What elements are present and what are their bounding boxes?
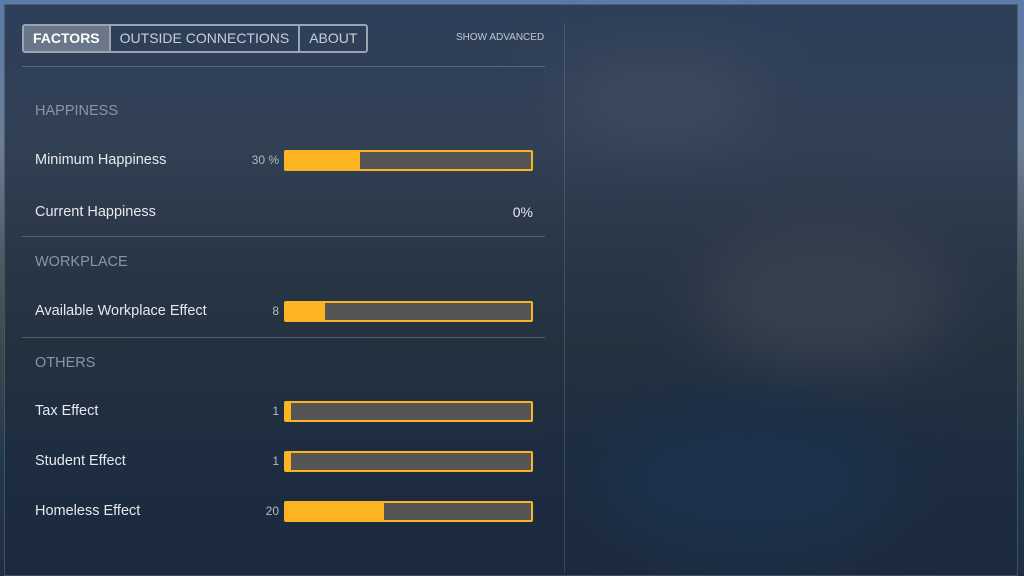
section-title-happiness: HAPPINESS bbox=[35, 103, 118, 119]
tab-about[interactable]: ABOUT bbox=[300, 26, 366, 51]
row-value: 1 bbox=[272, 404, 279, 418]
row-value: 1 bbox=[272, 454, 279, 468]
row-label: Student Effect bbox=[35, 453, 126, 469]
info-panel: FACTORS OUTSIDE CONNECTIONS ABOUT SHOW A… bbox=[4, 4, 1018, 576]
bar-fill bbox=[286, 152, 360, 169]
row-current-happiness: Current Happiness 0% bbox=[35, 202, 533, 224]
row-label: Available Workplace Effect bbox=[35, 303, 207, 319]
row-label: Minimum Happiness bbox=[35, 152, 167, 168]
row-minimum-happiness: Minimum Happiness 30 % bbox=[35, 150, 533, 172]
homeless-effect-slider[interactable] bbox=[284, 501, 533, 522]
section-title-others: OTHERS bbox=[35, 355, 96, 371]
row-student-effect: Student Effect 1 bbox=[35, 451, 533, 473]
row-value: 20 bbox=[265, 504, 279, 518]
divider bbox=[22, 66, 545, 67]
tab-factors[interactable]: FACTORS bbox=[24, 26, 111, 51]
divider bbox=[22, 236, 545, 237]
bar-fill bbox=[286, 503, 384, 520]
student-effect-slider[interactable] bbox=[284, 451, 533, 472]
bar-fill bbox=[286, 303, 326, 320]
section-title-workplace: WORKPLACE bbox=[35, 254, 128, 270]
row-tax-effect: Tax Effect 1 bbox=[35, 401, 533, 423]
row-label: Current Happiness bbox=[35, 204, 156, 220]
row-label: Homeless Effect bbox=[35, 503, 141, 519]
bar-fill bbox=[286, 453, 291, 470]
tab-outside-connections[interactable]: OUTSIDE CONNECTIONS bbox=[111, 26, 301, 51]
row-value: 0% bbox=[512, 204, 533, 220]
row-value: 8 bbox=[272, 304, 279, 318]
tax-effect-slider[interactable] bbox=[284, 401, 533, 422]
row-value: 30 % bbox=[251, 153, 279, 167]
show-advanced-button[interactable]: SHOW ADVANCED bbox=[456, 32, 544, 43]
divider bbox=[22, 337, 545, 338]
tab-bar: FACTORS OUTSIDE CONNECTIONS ABOUT bbox=[22, 24, 369, 53]
divider bbox=[564, 23, 565, 573]
row-homeless-effect: Homeless Effect 20 bbox=[35, 501, 533, 523]
minimum-happiness-slider[interactable] bbox=[284, 150, 533, 171]
bar-fill bbox=[286, 403, 291, 420]
available-workplace-slider[interactable] bbox=[284, 301, 533, 322]
row-available-workplace: Available Workplace Effect 8 bbox=[35, 301, 533, 323]
row-label: Tax Effect bbox=[35, 403, 99, 419]
